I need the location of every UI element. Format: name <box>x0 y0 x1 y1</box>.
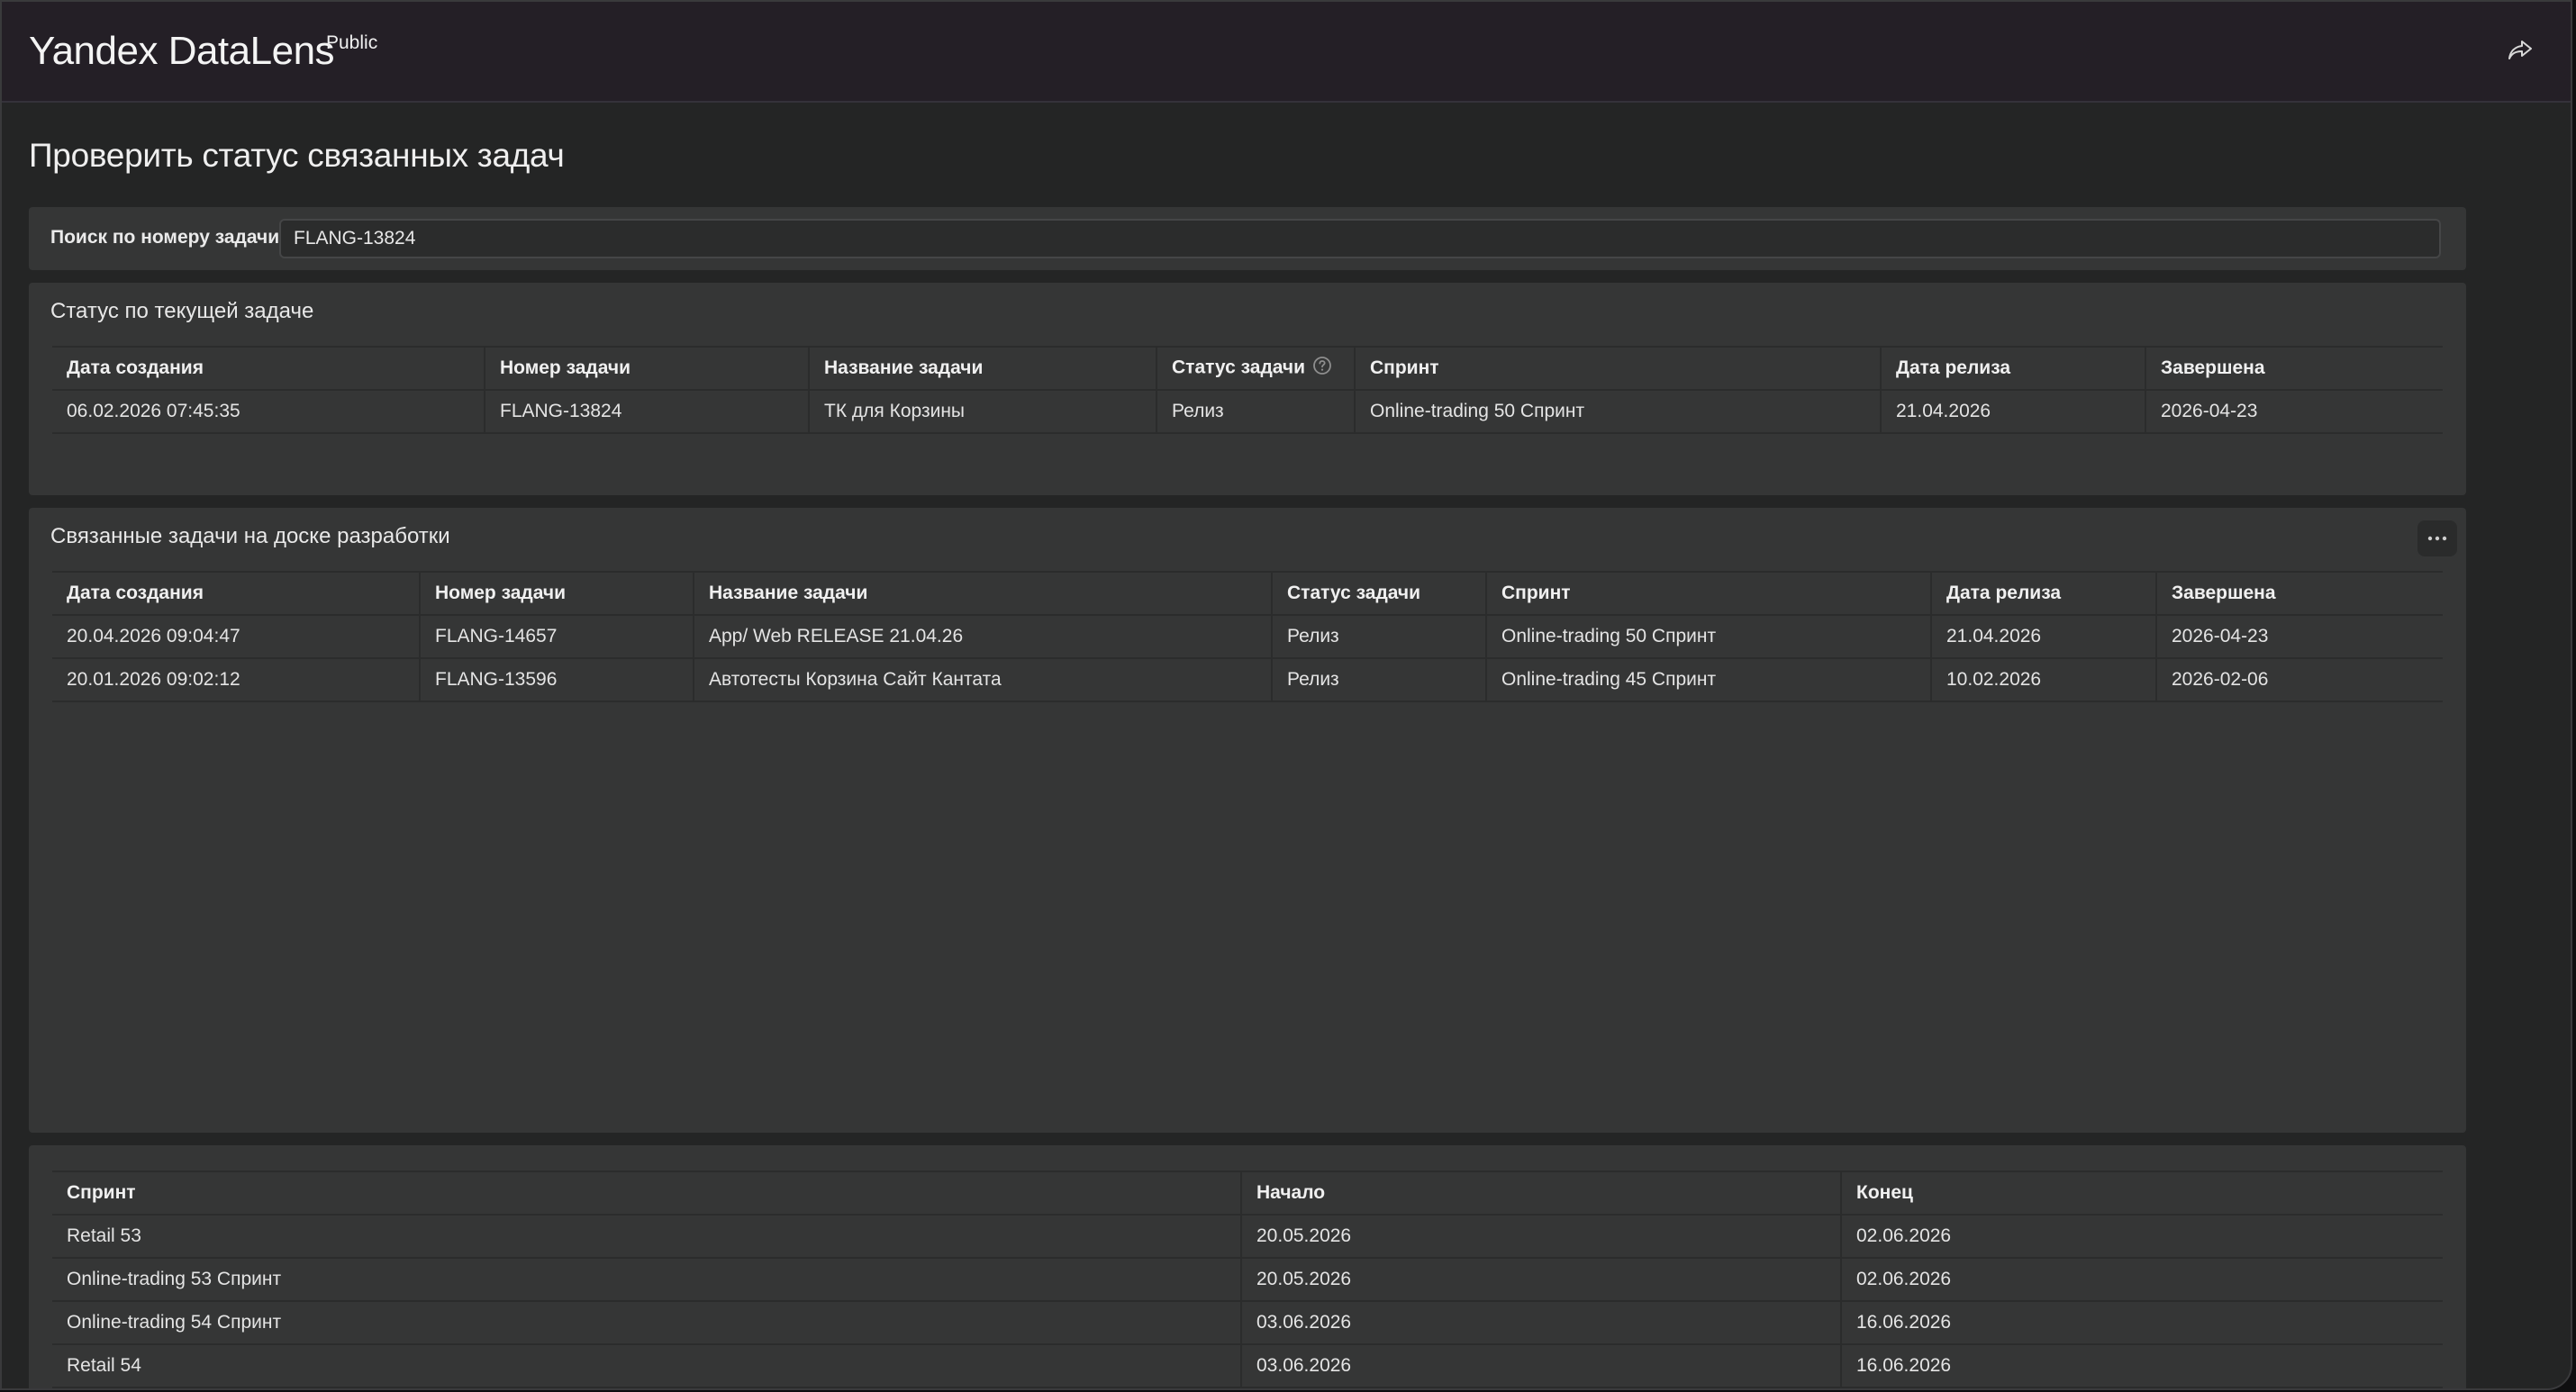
table-cell: FLANG-13596 <box>420 657 694 702</box>
table-cell: Retail 54 <box>52 1343 1242 1388</box>
column-header[interactable]: Дата релиза <box>1931 571 2157 616</box>
table-row: 20.04.2026 09:04:47 FLANG-14657 App/ Web… <box>52 614 2443 659</box>
table-cell: 03.06.2026 <box>1241 1300 1842 1345</box>
sprints-panel: Спринт Начало Конец Retail 53 20.05.2026… <box>29 1145 2466 1388</box>
table-cell: 02.06.2026 <box>1841 1214 2443 1259</box>
widget-menu-button[interactable] <box>2417 520 2457 556</box>
column-header[interactable]: Дата создания <box>52 346 485 391</box>
app-window: Yandex DataLens Public Проверить статус … <box>0 0 2572 1390</box>
table-cell: 2026-04-23 <box>2156 614 2443 659</box>
column-header[interactable]: Завершена <box>2156 571 2443 616</box>
table-row: 20.01.2026 09:02:12 FLANG-13596 Автотест… <box>52 657 2443 702</box>
table-cell: Online-trading 45 Спринт <box>1486 657 1932 702</box>
column-header[interactable]: Конец <box>1841 1171 2443 1216</box>
search-label: Поиск по номеру задачи <box>50 227 280 248</box>
column-header[interactable]: Спринт <box>52 1171 1242 1216</box>
table-cell: App/ Web RELEASE 21.04.26 <box>694 614 1273 659</box>
table-cell: 20.05.2026 <box>1241 1257 1842 1302</box>
column-header[interactable]: Название задачи <box>694 571 1273 616</box>
table-cell: ТК для Корзины <box>809 389 1157 434</box>
column-header[interactable]: Статус задачи <box>1272 571 1487 616</box>
column-header-status[interactable]: Статус задачи <box>1156 346 1356 391</box>
table-cell: Релиз <box>1156 389 1356 434</box>
table-header-row: Дата создания Номер задачи Название зада… <box>52 346 2443 391</box>
table-cell: 02.06.2026 <box>1841 1257 2443 1302</box>
table-cell: 10.02.2026 <box>1931 657 2157 702</box>
column-header[interactable]: Дата создания <box>52 571 421 616</box>
table-cell: 20.04.2026 09:04:47 <box>52 614 421 659</box>
table-cell: 20.05.2026 <box>1241 1214 1842 1259</box>
search-input[interactable] <box>279 219 2441 258</box>
table-cell: 21.04.2026 <box>1931 614 2157 659</box>
table-header-row: Дата создания Номер задачи Название зада… <box>52 571 2443 616</box>
column-header[interactable]: Название задачи <box>809 346 1157 391</box>
table-row: Retail 54 03.06.2026 16.06.2026 <box>52 1343 2443 1388</box>
table-cell: 03.06.2026 <box>1241 1343 1842 1388</box>
table-cell: Релиз <box>1272 614 1487 659</box>
table-cell: Retail 53 <box>52 1214 1242 1259</box>
table-cell: 21.04.2026 <box>1881 389 2146 434</box>
table-cell: 2026-04-23 <box>2145 389 2443 434</box>
table-cell: Релиз <box>1272 657 1487 702</box>
column-header[interactable]: Завершена <box>2145 346 2443 391</box>
sprints-table: Спринт Начало Конец Retail 53 20.05.2026… <box>52 1171 2443 1388</box>
public-badge: Public <box>326 32 378 53</box>
table-cell: Online-trading 50 Спринт <box>1355 389 1882 434</box>
table-cell: 16.06.2026 <box>1841 1300 2443 1345</box>
column-header[interactable]: Дата релиза <box>1881 346 2146 391</box>
table-cell: Online-trading 54 Спринт <box>52 1300 1242 1345</box>
current-task-title: Статус по текущей задаче <box>50 299 314 323</box>
linked-tasks-panel: Связанные задачи на доске разработки Дат… <box>29 508 2466 1133</box>
share-button[interactable] <box>2502 32 2538 68</box>
table-cell: 20.01.2026 09:02:12 <box>52 657 421 702</box>
column-header[interactable]: Номер задачи <box>420 571 694 616</box>
table-cell: Online-trading 53 Спринт <box>52 1257 1242 1302</box>
top-bar: Yandex DataLens Public <box>2 2 2571 103</box>
linked-tasks-title: Связанные задачи на доске разработки <box>50 524 450 548</box>
table-row: Online-trading 54 Спринт 03.06.2026 16.0… <box>52 1300 2443 1345</box>
table-cell: 2026-02-06 <box>2156 657 2443 702</box>
current-task-table: Дата создания Номер задачи Название зада… <box>52 346 2443 434</box>
current-task-panel: Статус по текущей задаче Дата создания Н… <box>29 283 2466 495</box>
table-cell: 16.06.2026 <box>1841 1343 2443 1388</box>
linked-tasks-table: Дата создания Номер задачи Название зада… <box>52 571 2443 702</box>
table-row: Retail 53 20.05.2026 02.06.2026 <box>52 1214 2443 1259</box>
column-header[interactable]: Спринт <box>1486 571 1932 616</box>
table-cell: FLANG-13824 <box>485 389 810 434</box>
table-row: Online-trading 53 Спринт 20.05.2026 02.0… <box>52 1257 2443 1302</box>
table-row: 06.02.2026 07:45:35 FLANG-13824 ТК для К… <box>52 389 2443 434</box>
table-cell: FLANG-14657 <box>420 614 694 659</box>
table-cell: Online-trading 50 Спринт <box>1486 614 1932 659</box>
column-header[interactable]: Номер задачи <box>485 346 810 391</box>
help-icon[interactable] <box>1312 356 1332 381</box>
brand-logo[interactable]: Yandex DataLens <box>29 29 335 74</box>
table-header-row: Спринт Начало Конец <box>52 1171 2443 1216</box>
more-horizontal-icon <box>2427 536 2447 541</box>
column-header-label: Статус задачи <box>1172 357 1306 378</box>
share-icon <box>2508 41 2532 59</box>
search-panel: Поиск по номеру задачи <box>29 207 2466 270</box>
column-header[interactable]: Начало <box>1241 1171 1842 1216</box>
table-cell: 06.02.2026 07:45:35 <box>52 389 485 434</box>
table-cell: Автотесты Корзина Сайт Кантата <box>694 657 1273 702</box>
page-title: Проверить статус связанных задач <box>29 137 565 174</box>
column-header[interactable]: Спринт <box>1355 346 1882 391</box>
